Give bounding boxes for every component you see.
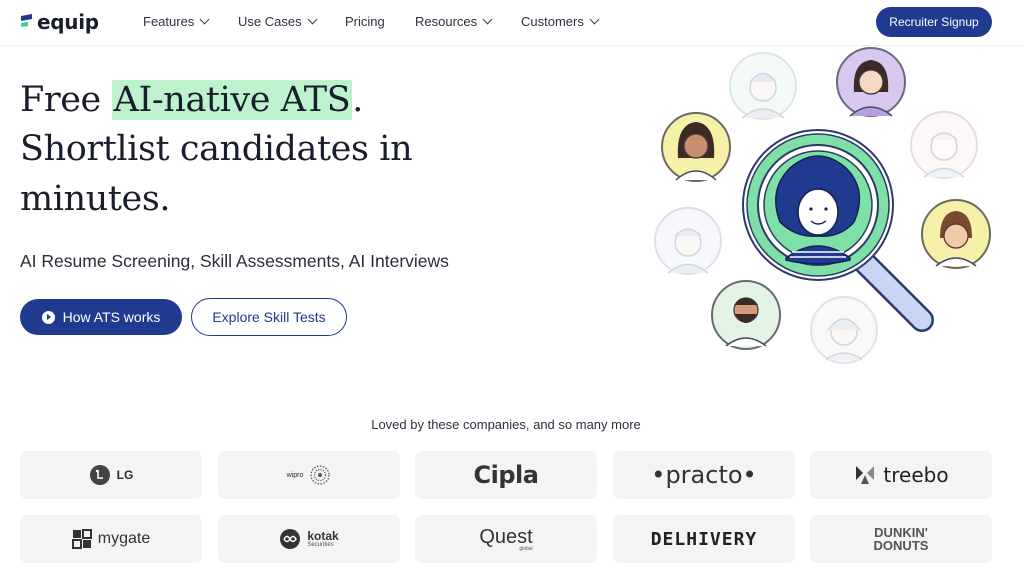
avatar-purple (836, 47, 906, 117)
logo-tile-mygate: mygate (20, 515, 202, 563)
nav-pricing[interactable]: Pricing (345, 14, 385, 29)
how-ats-works-label: How ATS works (62, 309, 161, 325)
practo-logo-text: •practo• (651, 461, 757, 489)
quest-logo-wordmark: Quest global (479, 526, 532, 552)
avatar-faded-left (654, 207, 722, 275)
dunkin-logo-text: DUNKIN' DONUTS (873, 525, 929, 553)
nav-resources-label: Resources (415, 14, 478, 29)
logo-tile-cipla: Cipla (415, 451, 597, 499)
logo-tile-quest: Quest global (415, 515, 597, 563)
mygate-logo-icon (71, 529, 92, 549)
play-icon (41, 310, 55, 324)
candidate-search-illustration (654, 47, 991, 364)
kotak-logo-icon (280, 529, 301, 549)
logo-tile-kotak: kotak Securities (218, 515, 400, 563)
chevron-down-icon (589, 14, 600, 25)
logo-text: equip (37, 10, 99, 34)
mygate-logo-text: mygate (97, 530, 151, 547)
hero-headline-line1: Free AI-native ATS. (20, 80, 363, 120)
nav-resources[interactable]: Resources (415, 14, 493, 29)
companies-heading: Loved by these companies, and so many mo… (371, 417, 641, 432)
nav-customers[interactable]: Customers (521, 14, 600, 29)
avatar-bearded (711, 280, 781, 350)
nav-customers-label: Customers (521, 14, 584, 29)
avatar-faded-right (910, 111, 978, 179)
wipro-logo-text: wipro (286, 471, 304, 479)
headline-prefix: Free (20, 80, 112, 120)
avatar-faded-bottom (810, 296, 878, 364)
chevron-down-icon (199, 14, 210, 25)
avatar-faded-top (729, 52, 797, 120)
how-ats-works-button[interactable]: How ATS works (20, 299, 182, 335)
headline-suffix: . (352, 80, 364, 120)
cipla-logo-text: Cipla (473, 461, 539, 489)
nav-features[interactable]: Features (143, 14, 210, 29)
chevron-down-icon (307, 14, 318, 25)
quest-logo-subtext: global (519, 546, 533, 552)
logo-tile-wipro: wipro (218, 451, 400, 499)
hero-headline-line2: Shortlist candidates in (20, 129, 413, 169)
avatar-yellow-right (921, 199, 991, 269)
explore-skill-tests-button[interactable]: Explore Skill Tests (191, 298, 347, 336)
wipro-logo-icon (310, 465, 331, 485)
logo-tile-dunkin: DUNKIN' DONUTS (810, 515, 992, 563)
treebo-logo-icon (856, 466, 875, 484)
equip-logo-icon (21, 14, 32, 27)
logo-tile-practo: •practo• (613, 451, 795, 499)
avatar-yellow-left (661, 112, 731, 182)
nav-use-cases[interactable]: Use Cases (238, 14, 318, 29)
equip-logo[interactable]: equip (20, 10, 99, 34)
delhivery-logo-text: DELHIVERY (650, 528, 758, 550)
lg-logo-icon (89, 465, 110, 485)
nav-use-cases-label: Use Cases (238, 14, 302, 29)
headline-highlight: AI-native ATS (111, 80, 353, 120)
logo-tile-delhivery: DELHIVERY (613, 515, 795, 563)
kotak-logo-wordmark: kotak Securities (307, 530, 338, 548)
nav-features-label: Features (143, 14, 195, 29)
kotak-logo-text: kotak (307, 529, 339, 543)
recruiter-signup-button[interactable]: Recruiter Signup (876, 7, 992, 37)
nav-pricing-label: Pricing (345, 14, 385, 29)
hero-subtitle: AI Resume Screening, Skill Assessments, … (20, 251, 449, 271)
logo-tile-treebo: treebo (810, 451, 992, 499)
logo-tile-lg: LG (20, 451, 202, 499)
hero-headline-line3: minutes. (20, 179, 171, 219)
lg-logo-text: LG (116, 468, 134, 482)
chevron-down-icon (482, 14, 493, 25)
treebo-logo-text: treebo (883, 463, 949, 487)
